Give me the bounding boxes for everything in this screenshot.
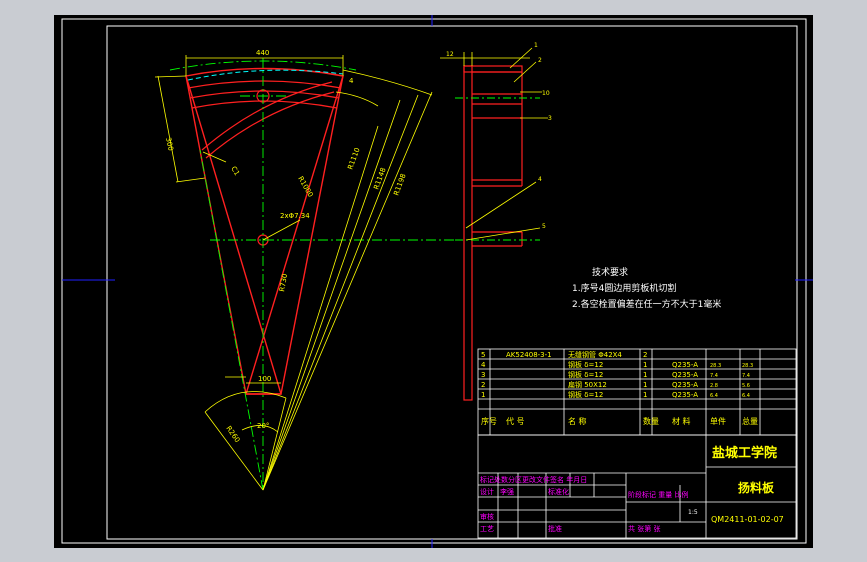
bom-cell-material: Q235-A	[672, 371, 698, 379]
bom-header-no: 序号	[481, 416, 497, 426]
section-label-12: 12	[446, 51, 454, 58]
dim-leader-4: 4	[349, 77, 354, 85]
bom-cell-unit: 7.4	[710, 373, 718, 379]
balloon-4: 4	[538, 176, 542, 183]
balloon-2: 2	[538, 57, 542, 64]
bom-cell-material: Q235-A	[672, 381, 698, 389]
scale-value: 1:5	[688, 509, 698, 516]
bom-cell-qty: 1	[643, 361, 647, 369]
bom-cell-name: 扁钢 50X12	[568, 380, 607, 389]
notes-title: 技术要求	[592, 266, 628, 278]
bom-cell-no: 5	[481, 351, 485, 359]
bom-cell-no: 4	[481, 361, 486, 369]
bom-cell-no: 1	[481, 391, 485, 399]
part-name: 扬料板	[738, 480, 775, 495]
balloon-1: 1	[534, 42, 538, 49]
bom-cell-code: AK52408-3-1	[506, 351, 552, 359]
design-label: 设计	[480, 487, 494, 496]
bom-header-total: 总量	[742, 416, 758, 426]
bom-cell-qty: 1	[643, 371, 647, 379]
approve-label: 批准	[548, 524, 562, 533]
bom-cell-material: Q235-A	[672, 361, 698, 369]
bom-header-qty: 数量	[643, 416, 659, 426]
bom-cell-name: 钢板 δ=12	[568, 360, 603, 369]
bom-cell-no: 3	[481, 371, 485, 379]
bom-cell-total: 7.4	[742, 373, 750, 379]
bom-cell-unit: 28.3	[710, 363, 721, 369]
bom-cell-name: 钢板 δ=12	[568, 390, 603, 399]
dim-angle: 20°	[257, 422, 269, 430]
dim-bottom-100: 100	[258, 375, 271, 383]
balloon-3: 3	[548, 115, 552, 122]
bom-header-name: 名 称	[568, 416, 587, 426]
bom-cell-material: Q235-A	[672, 391, 698, 399]
notes-line-2: 2.各空栓置偏差在任一方不大于1毫米	[572, 298, 721, 310]
drawing-paper	[54, 15, 813, 548]
notes-line-1: 1.序号4圆边用剪板机切割	[572, 282, 676, 294]
designer-name: 李强	[500, 487, 514, 496]
bom-cell-name: 钢板 δ=12	[568, 370, 603, 379]
dim-10: 10	[542, 90, 550, 97]
dim-hole: 2xΦ7.34	[280, 212, 310, 220]
bom-cell-total: 5.6	[742, 383, 750, 389]
stage-marks: 阶段标记 重量 比例	[628, 490, 688, 499]
dim-top-width: 440	[256, 49, 269, 57]
bom-cell-qty: 2	[643, 351, 647, 359]
school-name: 盐城工学院	[712, 445, 777, 461]
bom-cell-total: 6.4	[742, 393, 750, 399]
bom-header-material: 材 料	[672, 416, 691, 426]
cad-drawing-viewport: 440 300 4 R1000 R1110 R1148 R1198 2xΦ7.3…	[54, 15, 813, 548]
bom-header-code: 代 号	[506, 416, 525, 426]
process-label: 工艺	[480, 525, 494, 533]
bom-cell-qty: 1	[643, 381, 647, 389]
bom-header-unit: 单件	[710, 416, 726, 426]
bom-cell-qty: 1	[643, 391, 647, 399]
balloon-5: 5	[542, 223, 546, 230]
bom-cell-no: 2	[481, 381, 485, 389]
drawing-number: QM2411-01-02-07	[711, 515, 784, 524]
review-label: 审核	[480, 512, 494, 521]
revision-header: 标记处数分区更改文件签名 年月日	[480, 475, 587, 484]
sheets: 共 张第 张	[628, 524, 660, 533]
bom-cell-unit: 6.4	[710, 393, 718, 399]
bom-cell-total: 28.3	[742, 363, 753, 369]
bom-cell-unit: 2.8	[710, 383, 718, 389]
standardization-label: 标准化	[548, 487, 569, 496]
bom-cell-name: 无缝钢管 Φ42X4	[568, 350, 622, 359]
